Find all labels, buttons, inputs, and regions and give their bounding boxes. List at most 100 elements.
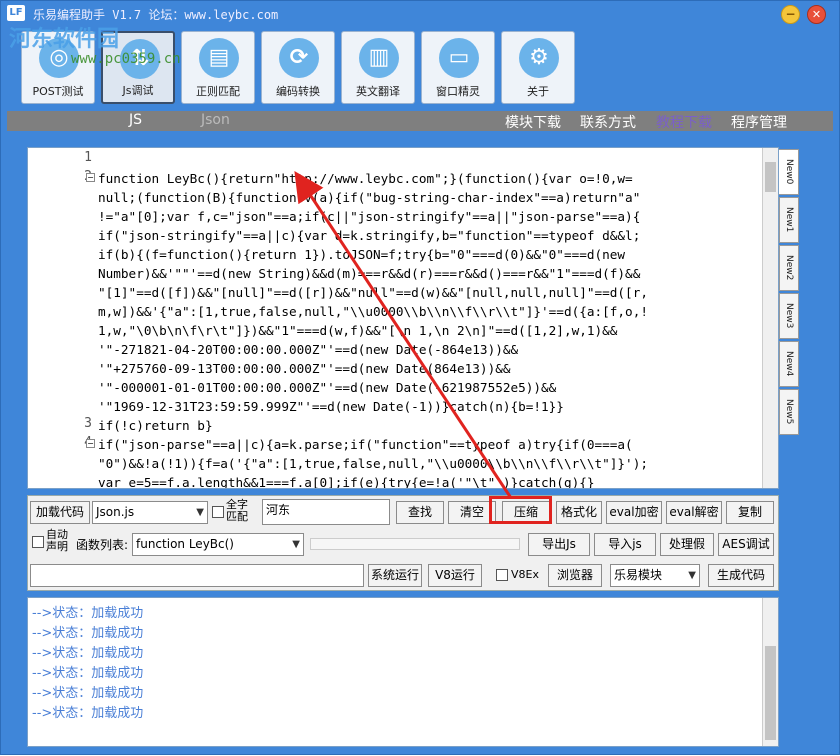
- line-number: 1: [84, 150, 92, 165]
- toolbar-button-label: 窗口精灵: [436, 85, 480, 98]
- function-list-label: 函数列表:: [76, 538, 129, 552]
- code-line: null;(function(B){function v(a){if("bug-…: [98, 190, 641, 205]
- code-line: if("json-parse"==a||c){a=k.parse;if("fun…: [98, 437, 633, 452]
- tab-module-download[interactable]: 模块下载: [505, 112, 561, 132]
- toolbar-button-label: 编码转换: [276, 85, 320, 98]
- system-run-button[interactable]: 系统运行: [368, 564, 422, 587]
- toolbar-button-1[interactable]: ◎ POST测试: [21, 31, 95, 104]
- code-line: '"-271821-04-20T00:00:00.000Z"'==d(new D…: [98, 342, 519, 357]
- export-js-button[interactable]: 导出Js: [528, 533, 590, 556]
- aes-debug-button[interactable]: AES调试: [718, 533, 774, 556]
- code-line: if("json-stringify"==a||c){var d=k.strin…: [98, 228, 641, 243]
- log-line: -->状态：加载成功: [32, 646, 144, 661]
- code-editor[interactable]: 1 2 − 3 4 − function LeyBc(){return"http…: [27, 147, 779, 489]
- code-text[interactable]: function LeyBc(){return"http://www.leybc…: [98, 148, 760, 488]
- log-line: -->状态：加载成功: [32, 686, 144, 701]
- doc-tab-new0[interactable]: New0: [779, 149, 799, 195]
- toolbar-button-label: 关于: [527, 85, 549, 98]
- toolbar-button-7[interactable]: ⚙ 关于: [501, 31, 575, 104]
- find-button[interactable]: 查找: [396, 501, 444, 524]
- code-line: if(b){(f=function(){return 1}).toJSON=f;…: [98, 247, 626, 262]
- format-button[interactable]: 格式化: [556, 501, 602, 524]
- log-line: -->状态：加载成功: [32, 706, 144, 721]
- eval-decrypt-button[interactable]: eval解密: [666, 501, 722, 524]
- tab-program-manage[interactable]: 程序管理: [731, 112, 787, 132]
- code-line: "[1]"==d([f])&&"[null]"==d([r])&&"null"=…: [98, 285, 648, 300]
- toolbar-button-label: 英文翻译: [356, 85, 400, 98]
- log-line: -->状态：加载成功: [32, 626, 144, 641]
- whole-word-label: 全字匹配: [226, 498, 248, 523]
- v8ex-checkbox[interactable]: [496, 569, 508, 581]
- window-title: 乐易编程助手 V1.7 论坛：www.leybc.com: [33, 8, 279, 22]
- minimize-button[interactable]: −: [781, 5, 800, 24]
- code-line: function LeyBc(){return"http://www.leybc…: [98, 171, 633, 186]
- search-input[interactable]: 河东: [262, 499, 390, 525]
- status-log[interactable]: -->状态：加载成功 -->状态：加载成功 -->状态：加载成功 -->状态：加载成功…: [27, 597, 779, 747]
- chevron-down-icon: ▼: [292, 539, 300, 550]
- editor-scrollbar[interactable]: [762, 148, 778, 488]
- browser-button[interactable]: 浏览器: [548, 564, 602, 587]
- doc-tab-new5[interactable]: New5: [779, 389, 799, 435]
- toolbar-button-2[interactable]: ⇅ Js调试: [101, 31, 175, 104]
- chevron-down-icon: ▼: [196, 507, 204, 518]
- sort-arrows-icon: ⇅: [120, 39, 160, 79]
- file-select[interactable]: Json.js ▼: [92, 501, 208, 524]
- generate-code-button[interactable]: 生成代码: [708, 564, 774, 587]
- import-js-button[interactable]: 导入js: [594, 533, 656, 556]
- code-line: 1,w,"\0\b\n\f\r\t"]})&&"1"===d(w,f)&&"[\…: [98, 323, 618, 338]
- line-gutter: 1 2 − 3 4 −: [28, 148, 98, 488]
- app-window: LF 乐易编程助手 V1.7 论坛：www.leybc.com − ✕ ◎ POS…: [0, 0, 840, 755]
- title-bar[interactable]: LF 乐易编程助手 V1.7 论坛：www.leybc.com − ✕: [1, 1, 839, 27]
- log-line: -->状态：加载成功: [32, 606, 144, 621]
- toolbar-button-label: 正则匹配: [196, 85, 240, 98]
- auto-declare-checkbox[interactable]: [32, 536, 44, 548]
- monitor-icon: ▭: [439, 38, 479, 78]
- document-icon: ▤: [199, 38, 239, 78]
- toolbar-button-6[interactable]: ▭ 窗口精灵: [421, 31, 495, 104]
- scrollbar-thumb[interactable]: [765, 162, 776, 192]
- code-line: '"-000001-01-01T00:00:00.000Z"'==d(new D…: [98, 380, 557, 395]
- tab-strip: JS Json 模块下载 联系方式 教程下载 程序管理: [7, 111, 833, 131]
- toolbar-button-3[interactable]: ▤ 正则匹配: [181, 31, 255, 104]
- toolbar-button-label: POST测试: [32, 85, 84, 98]
- tab-tutorial-download[interactable]: 教程下载: [656, 112, 712, 132]
- control-panel: 加载代码 Json.js ▼ 全字匹配 河东 查找 清空 压缩 格式化 eval加…: [27, 495, 779, 591]
- module-select[interactable]: 乐易模块 ▼: [610, 564, 700, 587]
- v8ex-label: V8Ex: [511, 568, 539, 581]
- code-line: var e=5==f.a.length&&1===f.a[0];if(e){tr…: [98, 475, 595, 488]
- load-code-button[interactable]: 加载代码: [30, 501, 90, 524]
- tab-contact[interactable]: 联系方式: [580, 112, 636, 132]
- code-line: if(!c)return b}: [98, 418, 213, 433]
- copy-button[interactable]: 复制: [726, 501, 774, 524]
- compress-highlight-box: [489, 496, 552, 524]
- fold-toggle-icon[interactable]: −: [86, 173, 95, 182]
- doc-tab-new4[interactable]: New4: [779, 341, 799, 387]
- code-line: '"+275760-09-13T00:00:00.000Z"'==d(new D…: [98, 361, 511, 376]
- gear-icon: ⚙: [519, 38, 559, 78]
- function-select[interactable]: function LeyBc() ▼: [132, 533, 304, 556]
- whole-word-checkbox[interactable]: [212, 506, 224, 518]
- close-button[interactable]: ✕: [807, 5, 826, 24]
- log-scrollbar[interactable]: [762, 598, 778, 746]
- code-line: Number)&&'""'==d(new String)&&d(m)===r&&…: [98, 266, 641, 281]
- fold-toggle-icon[interactable]: −: [86, 439, 95, 448]
- doc-tab-new1[interactable]: New1: [779, 197, 799, 243]
- doc-tab-new3[interactable]: New3: [779, 293, 799, 339]
- toolbar-button-4[interactable]: ⟳ 编码转换: [261, 31, 335, 104]
- log-line: -->状态：加载成功: [32, 666, 144, 681]
- line-number: 3: [84, 416, 92, 431]
- run-input[interactable]: [30, 564, 364, 587]
- toolbar-button-5[interactable]: ▥ 英文翻译: [341, 31, 415, 104]
- handle-fake-button[interactable]: 处理假: [660, 533, 714, 556]
- toolbar-button-label: Js调试: [122, 84, 154, 97]
- eval-encrypt-button[interactable]: eval加密: [606, 501, 662, 524]
- auto-declare-label: 自动声明: [46, 528, 68, 553]
- doc-tab-new2[interactable]: New2: [779, 245, 799, 291]
- tab-json[interactable]: Json: [201, 112, 230, 128]
- refresh-icon: ⟳: [279, 38, 319, 78]
- tab-js[interactable]: JS: [129, 112, 142, 128]
- book-icon: ▥: [359, 38, 399, 78]
- v8-run-button[interactable]: V8运行: [428, 564, 482, 587]
- code-line: m,w])&&'{"a":[1,true,false,null,"\\u0000…: [98, 304, 648, 319]
- scrollbar-thumb[interactable]: [765, 646, 776, 740]
